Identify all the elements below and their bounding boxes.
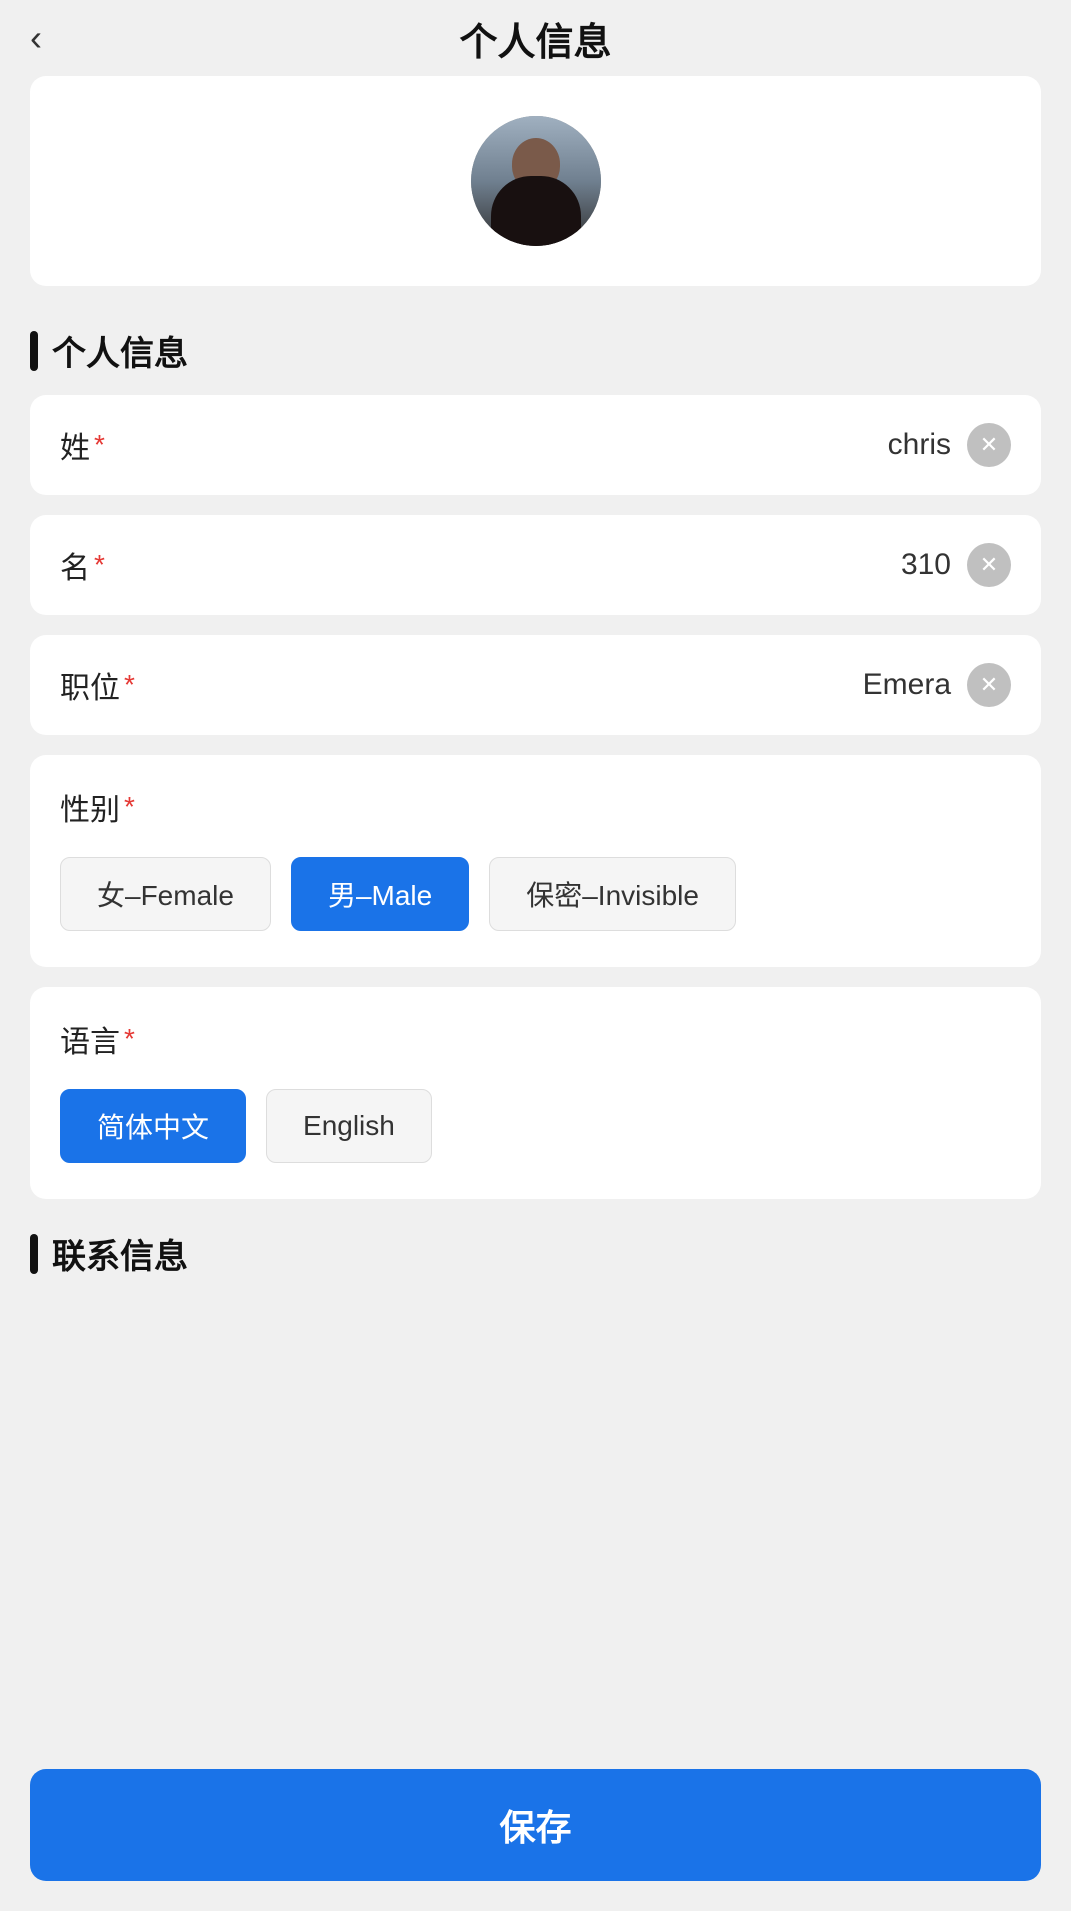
save-button[interactable]: 保存	[30, 1769, 1041, 1881]
language-options: 简体中文 English	[60, 1089, 1011, 1163]
position-value: Emera	[863, 668, 951, 702]
gender-female-button[interactable]: 女–Female	[60, 857, 271, 931]
contact-info-section-label: 联系信息	[30, 1229, 1041, 1278]
position-value-area: Emera ✕	[863, 663, 1011, 707]
gender-label: 性别*	[60, 785, 1011, 829]
contact-info-title: 联系信息	[52, 1229, 188, 1278]
position-clear-button[interactable]: ✕	[967, 663, 1011, 707]
language-zh-button[interactable]: 简体中文	[60, 1089, 246, 1163]
section-bar	[30, 331, 38, 371]
personal-info-title: 个人信息	[52, 326, 188, 375]
language-card: 语言* 简体中文 English	[30, 987, 1041, 1199]
last-name-value-area: chris ✕	[888, 423, 1011, 467]
position-field: 职位* Emera ✕	[30, 635, 1041, 735]
avatar-card	[30, 76, 1041, 286]
gender-card: 性别* 女–Female 男–Male 保密–Invisible	[30, 755, 1041, 967]
language-en-button[interactable]: English	[266, 1089, 432, 1163]
first-name-label: 名*	[60, 543, 105, 587]
position-label: 职位*	[60, 663, 135, 707]
header: ‹ 个人信息	[0, 0, 1071, 76]
avatar[interactable]	[471, 116, 601, 246]
page-title: 个人信息	[459, 11, 611, 66]
back-button[interactable]: ‹	[20, 20, 52, 56]
gender-options: 女–Female 男–Male 保密–Invisible	[60, 857, 1011, 931]
last-name-field: 姓* chris ✕	[30, 395, 1041, 495]
gender-invisible-button[interactable]: 保密–Invisible	[489, 857, 736, 931]
gender-male-button[interactable]: 男–Male	[291, 857, 469, 931]
first-name-clear-button[interactable]: ✕	[967, 543, 1011, 587]
last-name-value: chris	[888, 428, 951, 462]
first-name-value-area: 310 ✕	[901, 543, 1011, 587]
personal-info-section-label: 个人信息	[30, 326, 1041, 375]
first-name-value: 310	[901, 548, 951, 582]
first-name-field: 名* 310 ✕	[30, 515, 1041, 615]
language-label: 语言*	[60, 1017, 1011, 1061]
last-name-clear-button[interactable]: ✕	[967, 423, 1011, 467]
last-name-label: 姓*	[60, 423, 105, 467]
contact-section-bar	[30, 1234, 38, 1274]
